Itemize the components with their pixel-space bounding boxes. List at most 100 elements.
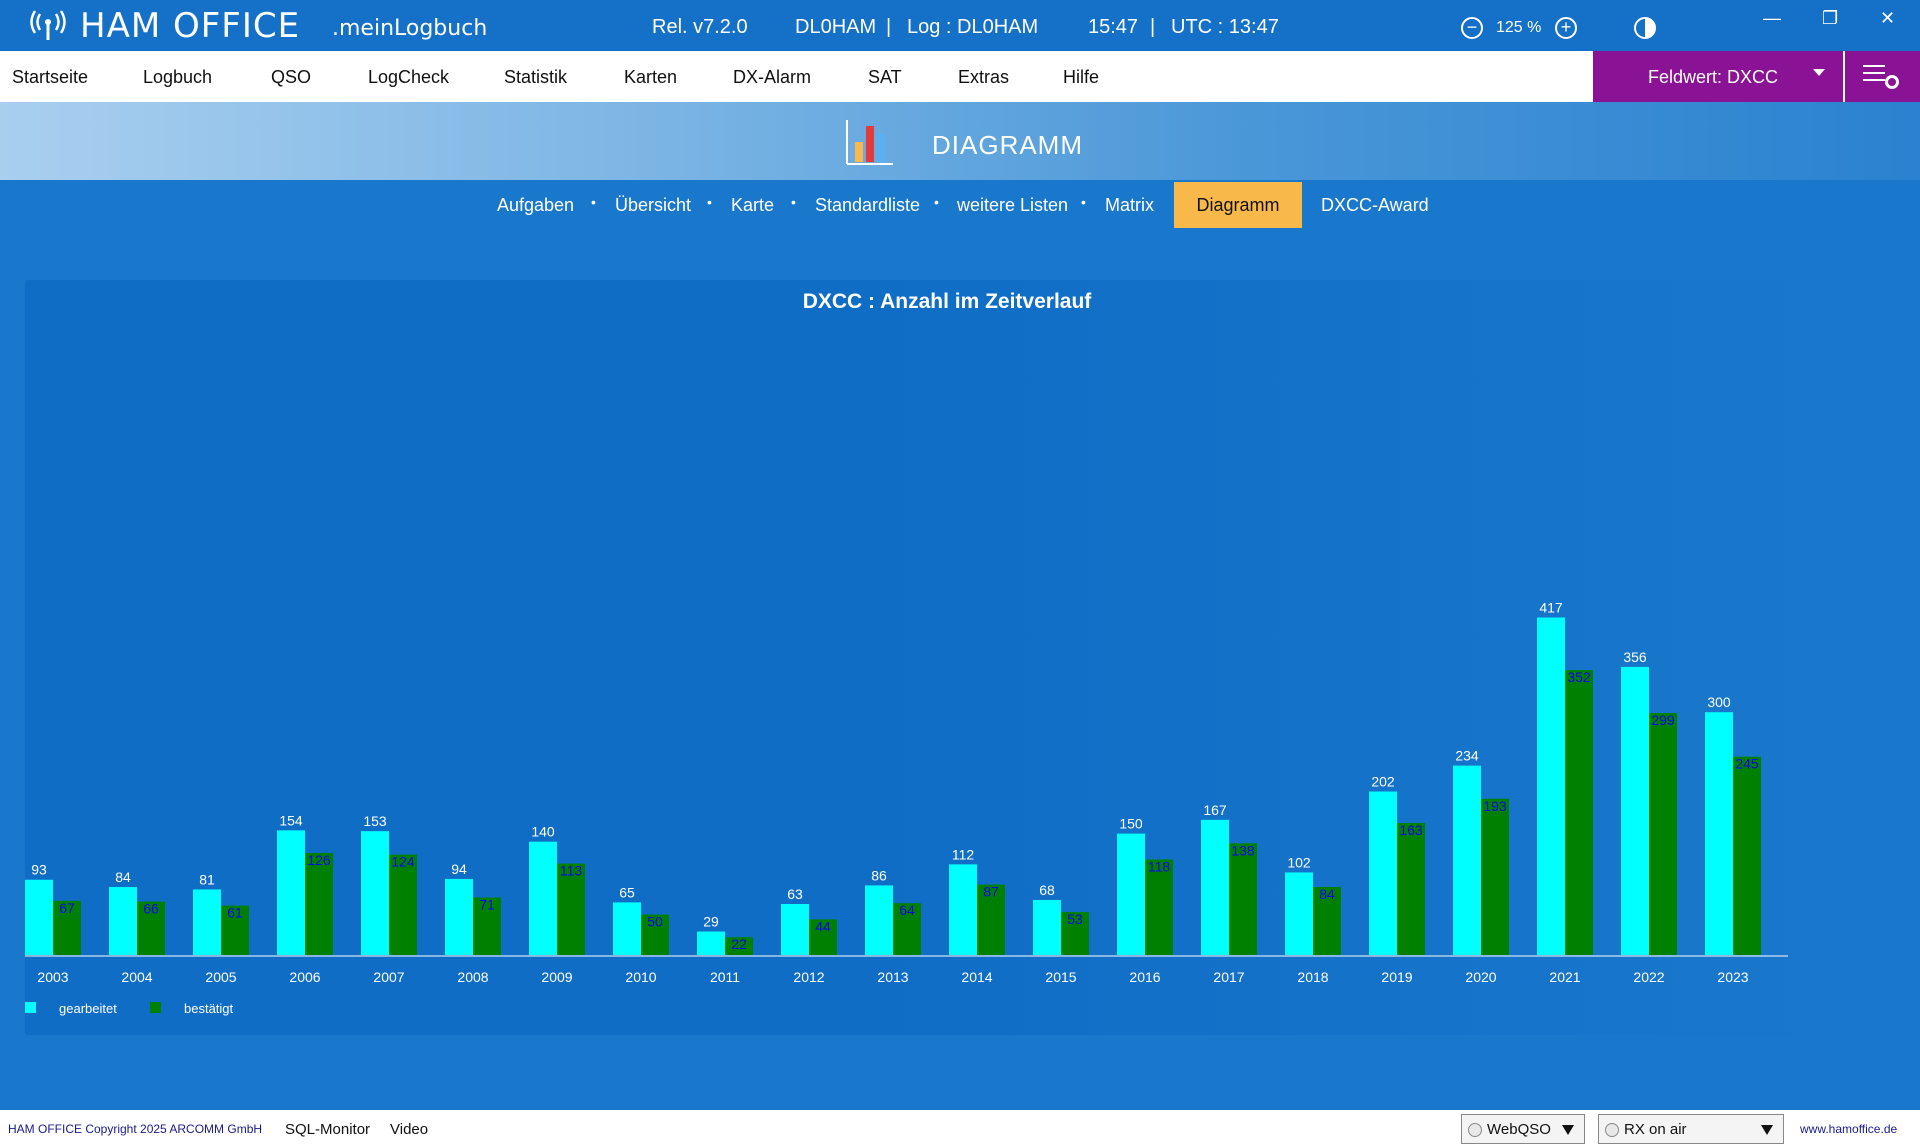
sub-tabs: Aufgaben • Übersicht • Karte • Standardl… <box>0 180 1920 228</box>
tab-separator: • <box>791 194 796 210</box>
bar-bestaetigt <box>1481 798 1509 955</box>
status-dot-icon <box>1468 1123 1482 1137</box>
tab-separator: • <box>934 194 939 210</box>
zoom-out-button[interactable]: − <box>1461 17 1483 39</box>
tab-diagramm[interactable]: Diagramm <box>1174 182 1302 228</box>
restore-button[interactable]: ❐ <box>1822 8 1838 29</box>
data-label-gearbeitet: 300 <box>1707 694 1731 710</box>
data-label-bestaetigt: 61 <box>227 905 243 921</box>
menu-item-extras[interactable]: Extras <box>958 67 1009 88</box>
menu-item-sat[interactable]: SAT <box>868 67 902 88</box>
x-tick-label: 2015 <box>1045 969 1076 985</box>
x-tick-label: 2010 <box>625 969 656 985</box>
bar-gearbeitet <box>949 864 977 955</box>
tab-standardliste[interactable]: Standardliste <box>815 195 920 216</box>
bar-bestaetigt <box>1229 843 1257 955</box>
title-separator: | <box>1150 16 1156 38</box>
data-label-bestaetigt: 87 <box>983 884 999 900</box>
tab-matrix[interactable]: Matrix <box>1105 195 1154 216</box>
menu-item-startseite[interactable]: Startseite <box>12 67 88 88</box>
x-tick-label: 2012 <box>793 969 824 985</box>
x-tick-label: 2019 <box>1381 969 1412 985</box>
tab-dxcc-award[interactable]: DXCC-Award <box>1321 195 1429 216</box>
tab-weitere-listen[interactable]: weitere Listen <box>957 195 1068 216</box>
title-bar: HAM OFFICE .meinLogbuch Rel. v7.2.0 DL0H… <box>0 0 1920 51</box>
bar-gearbeitet <box>193 889 221 955</box>
data-label-gearbeitet: 29 <box>703 914 719 930</box>
x-tick-label: 2013 <box>877 969 908 985</box>
data-label-bestaetigt: 22 <box>731 936 747 952</box>
x-tick-label: 2020 <box>1465 969 1496 985</box>
data-label-gearbeitet: 93 <box>31 862 47 878</box>
minimize-button[interactable]: — <box>1763 8 1781 29</box>
x-tick-label: 2008 <box>457 969 488 985</box>
data-label-bestaetigt: 163 <box>1399 822 1423 838</box>
app-subtitle: .meinLogbuch <box>332 16 488 41</box>
gear-icon <box>1885 75 1899 89</box>
bar-bestaetigt <box>305 853 333 955</box>
webqso-label: WebQSO <box>1487 1121 1551 1138</box>
bar-gearbeitet <box>613 902 641 955</box>
bar-gearbeitet <box>445 878 473 955</box>
legend-label-bestaetigt: bestätigt <box>184 1001 234 1016</box>
page-title: DIAGRAMM <box>932 130 1083 160</box>
bar-bestaetigt <box>1565 670 1593 955</box>
field-value-dropdown[interactable]: Feldwert: DXCC <box>1593 51 1843 102</box>
x-tick-label: 2016 <box>1129 969 1160 985</box>
bar-gearbeitet <box>109 887 137 955</box>
bar-bestaetigt <box>1397 823 1425 955</box>
data-label-gearbeitet: 63 <box>787 886 803 902</box>
rx-on-air-dropdown[interactable]: RX on air <box>1598 1114 1784 1144</box>
menu-item-logbuch[interactable]: Logbuch <box>143 67 212 88</box>
data-label-gearbeitet: 65 <box>619 884 635 900</box>
data-label-gearbeitet: 154 <box>279 812 303 828</box>
x-tick-label: 2003 <box>37 969 68 985</box>
data-label-bestaetigt: 245 <box>1735 756 1759 772</box>
menu-item-statistik[interactable]: Statistik <box>504 67 567 88</box>
bar-gearbeitet <box>1369 791 1397 955</box>
data-label-bestaetigt: 71 <box>479 897 495 913</box>
tab-aufgaben[interactable]: Aufgaben <box>497 195 574 216</box>
x-tick-label: 2018 <box>1297 969 1328 985</box>
menu-item-dx-alarm[interactable]: DX-Alarm <box>733 67 811 88</box>
tab-karte[interactable]: Karte <box>731 195 774 216</box>
bar-gearbeitet <box>1621 666 1649 955</box>
tab-uebersicht[interactable]: Übersicht <box>615 195 691 216</box>
zoom-in-button[interactable]: + <box>1555 17 1577 39</box>
close-button[interactable]: ✕ <box>1880 8 1895 29</box>
chevron-down-icon <box>1813 69 1825 76</box>
tab-separator: • <box>1081 194 1086 210</box>
legend-swatch-bestaetigt <box>150 1002 161 1013</box>
data-label-gearbeitet: 140 <box>531 824 555 840</box>
menu-item-qso[interactable]: QSO <box>271 67 311 88</box>
x-tick-label: 2014 <box>961 969 992 985</box>
video-link[interactable]: Video <box>390 1121 428 1138</box>
release-version: Rel. v7.2.0 <box>652 16 748 38</box>
data-label-gearbeitet: 356 <box>1623 649 1647 665</box>
sql-monitor-link[interactable]: SQL-Monitor <box>285 1121 370 1138</box>
webqso-dropdown[interactable]: WebQSO <box>1461 1114 1585 1144</box>
menu-item-karten[interactable]: Karten <box>624 67 677 88</box>
data-label-bestaetigt: 66 <box>143 901 159 917</box>
menu-item-hilfe[interactable]: Hilfe <box>1063 67 1099 88</box>
zoom-level: 125 % <box>1496 19 1542 36</box>
data-label-bestaetigt: 44 <box>815 918 831 934</box>
status-dot-icon <box>1605 1123 1619 1137</box>
data-label-bestaetigt: 67 <box>59 900 75 916</box>
settings-menu-button[interactable] <box>1845 51 1920 102</box>
app-name: HAM OFFICE <box>80 6 301 46</box>
contrast-icon[interactable] <box>1634 17 1656 39</box>
bar-gearbeitet <box>865 885 893 955</box>
bar-gearbeitet <box>25 879 53 955</box>
x-tick-label: 2023 <box>1717 969 1748 985</box>
data-label-gearbeitet: 86 <box>871 867 887 883</box>
x-tick-label: 2021 <box>1549 969 1580 985</box>
tab-separator: • <box>707 194 712 210</box>
x-tick-label: 2006 <box>289 969 320 985</box>
data-label-bestaetigt: 64 <box>899 902 915 918</box>
website-link[interactable]: www.hamoffice.de <box>1800 1122 1897 1136</box>
data-label-gearbeitet: 102 <box>1287 854 1311 870</box>
data-label-gearbeitet: 153 <box>363 813 387 829</box>
x-tick-label: 2004 <box>121 969 152 985</box>
menu-item-logcheck[interactable]: LogCheck <box>368 67 449 88</box>
